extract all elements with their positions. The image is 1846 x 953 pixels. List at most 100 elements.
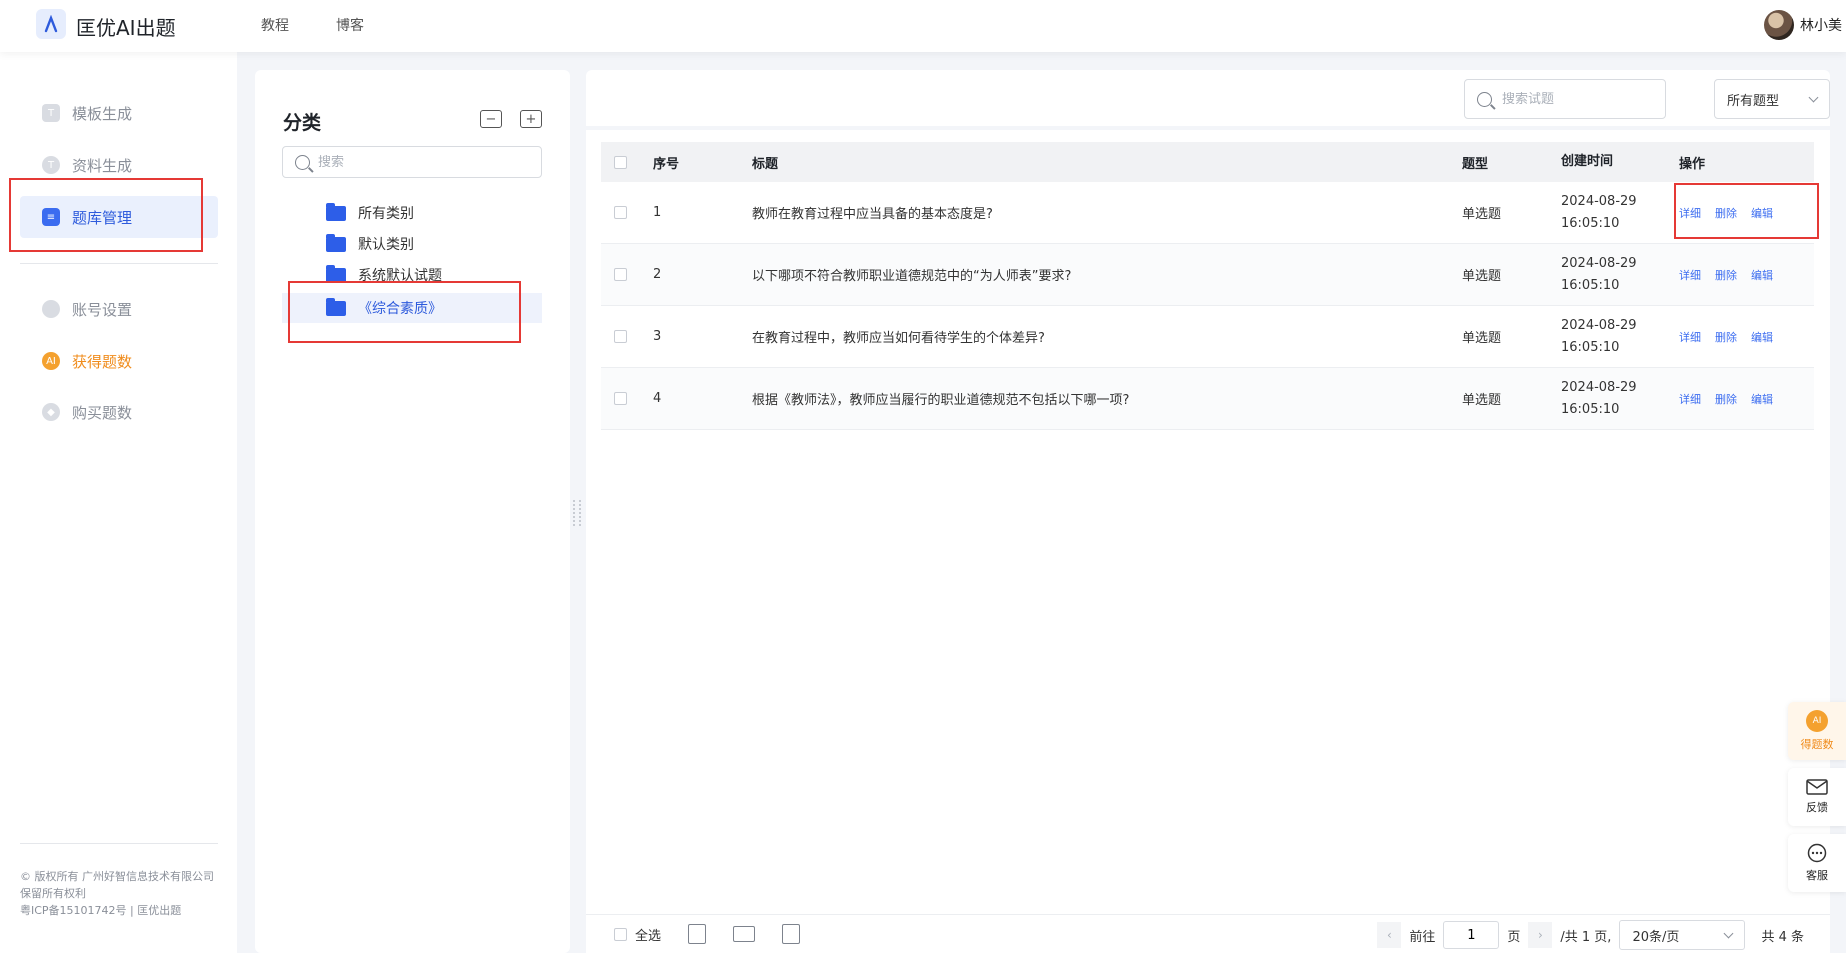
sidebar-item-template-generate[interactable]: T 模板生成 bbox=[20, 92, 218, 134]
tree-item-comprehensive[interactable]: 《综合素质》 bbox=[282, 293, 542, 323]
sidebar-item-label: 获得题数 bbox=[72, 352, 133, 371]
page-input[interactable] bbox=[1443, 921, 1500, 949]
select-all-label[interactable]: 全选 bbox=[635, 925, 661, 944]
page-unit-label: 页 bbox=[1507, 929, 1521, 945]
main-toolbar: 所有题型 bbox=[586, 70, 1830, 126]
user-menu[interactable]: 林小美 bbox=[1764, 10, 1842, 40]
sidebar-item-label: 购买题数 bbox=[72, 403, 133, 422]
sidebar-item-buy-questions[interactable]: ◆ 购买题数 bbox=[20, 391, 218, 433]
tree-item-system-default[interactable]: 系统默认试题 bbox=[282, 260, 542, 290]
delete-button[interactable]: 删除 bbox=[1715, 329, 1737, 345]
table-footer: 全选 ‹ 前往 页 › /共 1 页, 20条/页 共 4 条 bbox=[586, 914, 1830, 953]
delete-button[interactable]: 删除 bbox=[1715, 391, 1737, 407]
earn-questions-widget[interactable]: AI 得题数 bbox=[1788, 702, 1846, 760]
row-type: 单选题 bbox=[1462, 331, 1502, 346]
detail-button[interactable]: 详细 bbox=[1679, 329, 1701, 345]
move-folder-icon[interactable] bbox=[733, 926, 755, 942]
table-row: 4 根据《教师法》，教师应当履行的职业道德规范不包括以下哪一项? 单选题 202… bbox=[601, 368, 1814, 430]
next-page-button[interactable]: › bbox=[1528, 922, 1553, 948]
sidebar-item-account-settings[interactable]: 账号设置 bbox=[20, 288, 218, 330]
folder-icon bbox=[326, 202, 346, 221]
total-pages-label: /共 1 页, bbox=[1560, 929, 1612, 945]
row-created: 2024-08-29 16:05:10 bbox=[1561, 377, 1679, 421]
edit-button[interactable]: 编辑 bbox=[1751, 329, 1773, 345]
search-icon bbox=[295, 154, 310, 170]
folder-icon bbox=[326, 297, 346, 316]
folder-icon bbox=[326, 233, 346, 252]
chevron-down-icon bbox=[1808, 92, 1819, 102]
row-time: 16:05:10 bbox=[1561, 215, 1620, 231]
table-row: 3 在教育过程中，教师应当如何看待学生的个体差异? 单选题 2024-08-29… bbox=[601, 306, 1814, 368]
select-all-checkbox[interactable] bbox=[614, 928, 627, 941]
header-checkbox[interactable] bbox=[614, 155, 627, 169]
table-row: 1 教师在教育过程中应当具备的基本态度是? 单选题 2024-08-29 16:0… bbox=[601, 182, 1814, 244]
prev-page-button[interactable]: ‹ bbox=[1377, 922, 1402, 948]
sidebar-divider bbox=[20, 843, 218, 844]
category-title: 分类 bbox=[283, 112, 322, 134]
category-search[interactable] bbox=[282, 146, 542, 178]
table-row: 2 以下哪项不符合教师职业道德规范中的“为人师表”要求? 单选题 2024-08… bbox=[601, 244, 1814, 306]
panel-resize-handle[interactable] bbox=[573, 500, 581, 526]
app-logo-icon[interactable] bbox=[36, 9, 66, 39]
detail-button[interactable]: 详细 bbox=[1679, 205, 1701, 221]
category-panel: 分类 − + 所有类别 默认类别 系统默认试题 《综合素质》 bbox=[255, 70, 570, 953]
pagination: ‹ 前往 页 › /共 1 页, 20条/页 共 4 条 bbox=[1377, 920, 1830, 950]
sidebar-item-material-generate[interactable]: T 资料生成 bbox=[20, 144, 218, 186]
detail-button[interactable]: 详细 bbox=[1679, 391, 1701, 407]
feedback-widget[interactable]: 反馈 bbox=[1788, 768, 1846, 826]
edit-button[interactable]: 编辑 bbox=[1751, 391, 1773, 407]
icp-text[interactable]: 粤ICP备15101742号 | 匡优出题 bbox=[20, 902, 220, 919]
delete-button[interactable]: 删除 bbox=[1715, 267, 1737, 283]
tree-item-label: 所有类别 bbox=[358, 206, 414, 222]
tree-item-default[interactable]: 默认类别 bbox=[282, 229, 542, 259]
nav-tutorial-link[interactable]: 教程 bbox=[261, 15, 289, 35]
detail-button[interactable]: 详细 bbox=[1679, 267, 1701, 283]
row-created: 2024-08-29 16:05:10 bbox=[1561, 315, 1679, 359]
row-created: 2024-08-29 16:05:10 bbox=[1561, 253, 1679, 297]
total-count-label: 共 4 条 bbox=[1761, 929, 1804, 945]
edit-button[interactable]: 编辑 bbox=[1751, 205, 1773, 221]
sidebar: T 模板生成 T 资料生成 ≡ 题库管理 账号设置 AI 获得题数 ◆ 购买题数… bbox=[0, 52, 237, 953]
column-header-index: 序号 bbox=[653, 156, 680, 172]
category-search-input[interactable] bbox=[318, 154, 518, 170]
question-table: 序号 标题 题型 创建时间 操作 1 教师在教育过程中应当具备的基本态度是? 单… bbox=[601, 142, 1814, 430]
row-created: 2024-08-29 16:05:10 bbox=[1561, 191, 1679, 235]
question-search[interactable] bbox=[1464, 79, 1666, 119]
user-name[interactable]: 林小美 bbox=[1800, 15, 1842, 35]
floating-toolbar: AI 得题数 反馈 客服 bbox=[1788, 702, 1846, 900]
edit-button[interactable]: 编辑 bbox=[1751, 267, 1773, 283]
row-checkbox[interactable] bbox=[614, 330, 627, 343]
column-header-title: 标题 bbox=[752, 156, 779, 172]
collapse-folder-icon[interactable]: − bbox=[480, 110, 502, 128]
row-checkbox[interactable] bbox=[614, 392, 627, 405]
question-search-input[interactable] bbox=[1502, 91, 1652, 107]
sidebar-item-question-bank[interactable]: ≡ 题库管理 bbox=[20, 196, 218, 238]
row-time: 16:05:10 bbox=[1561, 401, 1620, 417]
tree-item-all[interactable]: 所有类别 bbox=[282, 198, 542, 228]
user-icon bbox=[42, 300, 60, 318]
add-folder-icon[interactable]: + bbox=[520, 110, 542, 128]
export-word-icon[interactable] bbox=[782, 924, 800, 944]
nav-blog-link[interactable]: 博客 bbox=[336, 15, 364, 35]
sidebar-item-earned-questions[interactable]: AI 获得题数 bbox=[20, 340, 218, 382]
customer-service-label: 客服 bbox=[1806, 869, 1828, 882]
search-icon bbox=[1477, 91, 1492, 107]
copyright: © 版权所有 广州好智信息技术有限公司 保留所有权利 粤ICP备15101742… bbox=[20, 868, 220, 919]
column-header-actions: 操作 bbox=[1679, 156, 1706, 172]
trash-icon[interactable] bbox=[688, 924, 706, 944]
avatar[interactable] bbox=[1764, 10, 1794, 40]
row-checkbox[interactable] bbox=[614, 268, 627, 281]
diamond-icon: ◆ bbox=[42, 403, 60, 421]
customer-service-widget[interactable]: 客服 bbox=[1788, 834, 1846, 892]
row-index: 2 bbox=[653, 267, 662, 282]
delete-button[interactable]: 删除 bbox=[1715, 205, 1737, 221]
row-time: 16:05:10 bbox=[1561, 339, 1620, 355]
row-checkbox[interactable] bbox=[614, 206, 627, 219]
row-title: 根据《教师法》，教师应当履行的职业道德规范不包括以下哪一项? bbox=[752, 393, 1130, 408]
page-size-select[interactable]: 20条/页 bbox=[1619, 920, 1746, 950]
question-type-select[interactable]: 所有题型 bbox=[1714, 79, 1830, 119]
column-header-created: 创建时间 bbox=[1561, 154, 1614, 169]
sidebar-item-label: 题库管理 bbox=[72, 208, 133, 227]
ai-badge-icon: AI bbox=[42, 352, 60, 370]
app-title: 匡优AI出题 bbox=[76, 16, 176, 40]
